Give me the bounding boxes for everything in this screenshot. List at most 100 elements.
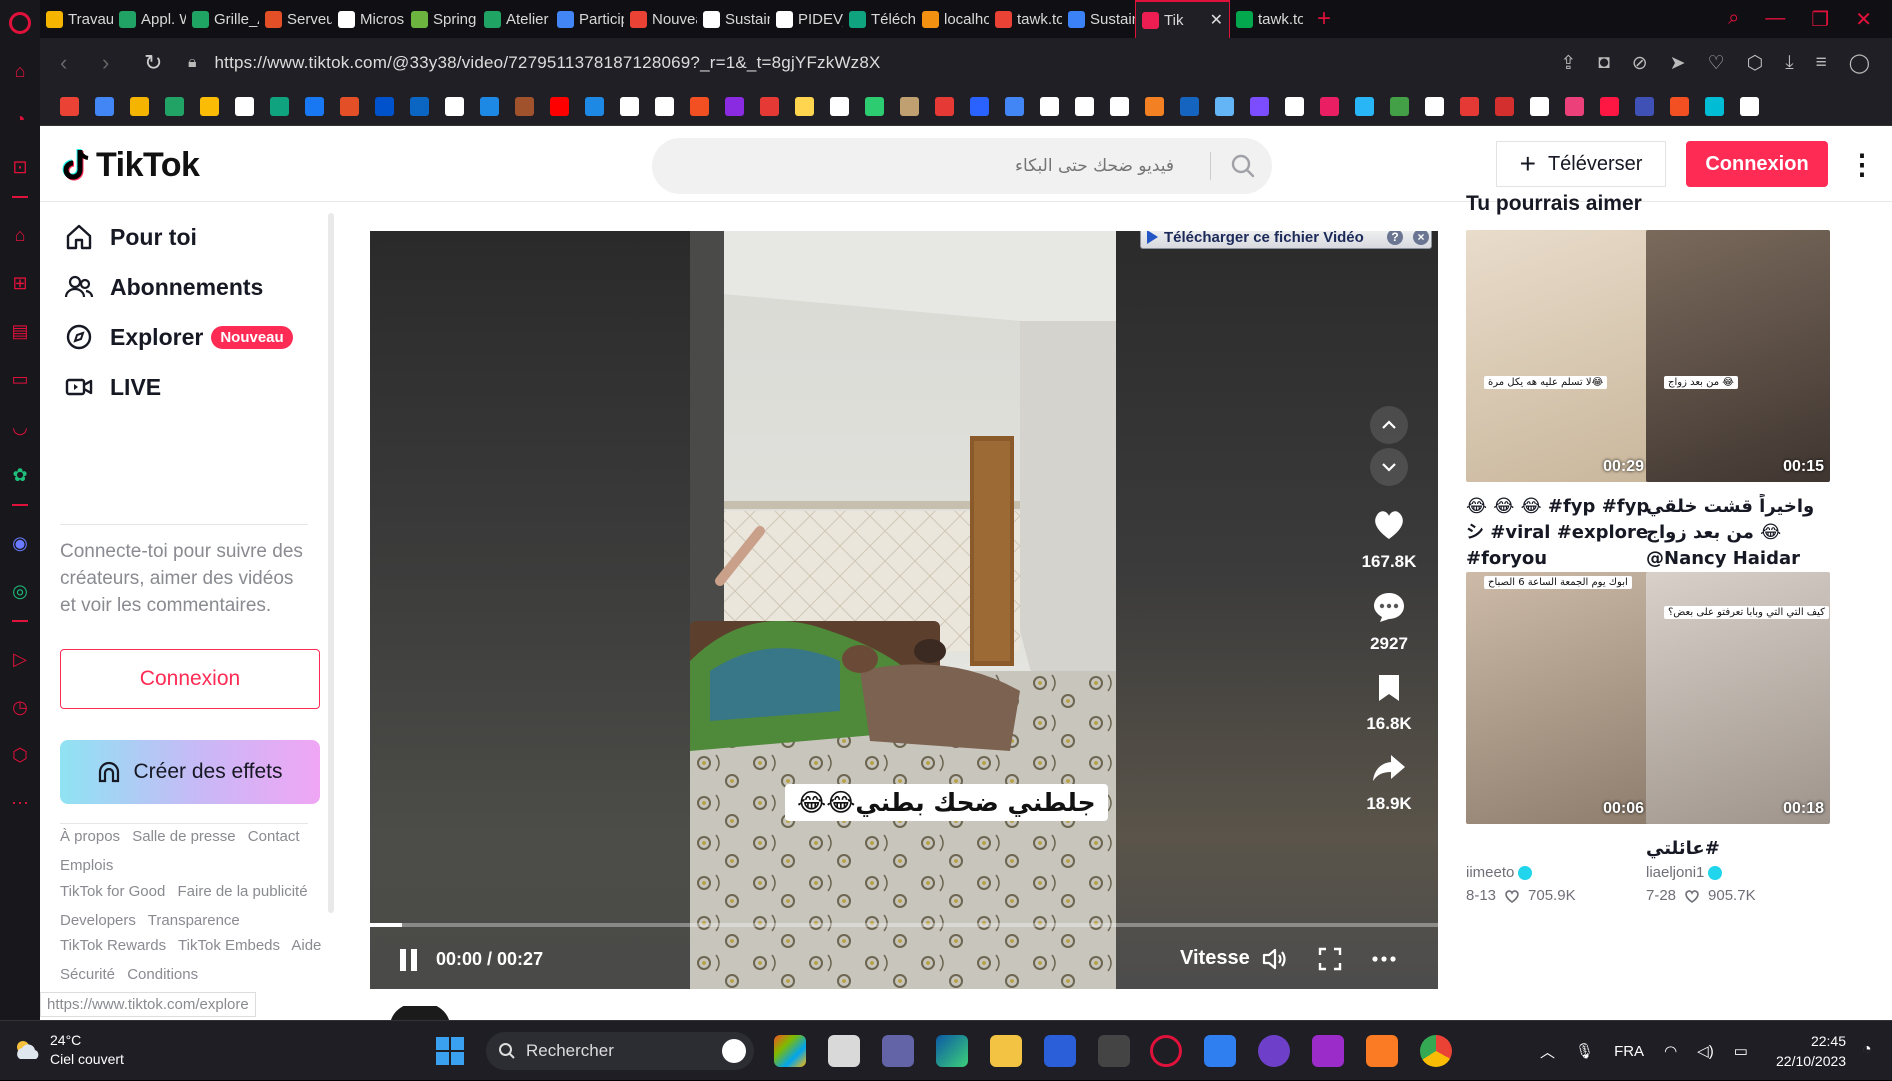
send-icon[interactable]: ➤ — [1670, 52, 1686, 75]
footer-link[interactable]: Emplois — [60, 857, 113, 874]
bookmark-favicon-icon[interactable] — [1670, 97, 1689, 116]
bookmark-favicon-icon[interactable] — [1320, 97, 1339, 116]
video-title[interactable]: عائلتي# — [1646, 836, 1830, 862]
bookmark-favicon-icon[interactable] — [725, 97, 744, 116]
speed-button[interactable]: Vitesse — [1180, 947, 1250, 970]
language-indicator[interactable]: FRA — [1614, 1043, 1644, 1060]
fullscreen-icon[interactable] — [1316, 945, 1344, 973]
search-input[interactable] — [672, 138, 1202, 194]
microphone-icon[interactable]: 🎙︎ — [1575, 1042, 1594, 1060]
nav-explore[interactable]: Explorer Nouveau — [64, 317, 293, 357]
nav-for-you[interactable]: Pour toi — [64, 217, 197, 257]
bookmark-favicon-icon[interactable] — [305, 97, 324, 116]
bookmark-favicon-icon[interactable] — [1250, 97, 1269, 116]
video-thumbnail[interactable]: ابوك يوم الجمعة الساعة 6 الصباح 00:06 — [1466, 572, 1650, 824]
browser-tab[interactable]: Appl. W — [113, 0, 186, 38]
footer-link[interactable]: Conditions — [127, 966, 198, 983]
bookmark-favicon-icon[interactable] — [1460, 97, 1479, 116]
bookmark-favicon-icon[interactable] — [270, 97, 289, 116]
recommended-video-card[interactable]: كيف التي التي وبابا تعرفتو على بعض؟ 00:18… — [1646, 572, 1830, 904]
bookmark-favicon-icon[interactable] — [1145, 97, 1164, 116]
footer-link[interactable]: Contact — [248, 828, 300, 845]
bookmark-favicon-icon[interactable] — [375, 97, 394, 116]
browser-tab[interactable]: Sustain — [697, 0, 770, 38]
video-thumbnail[interactable]: كيف التي التي وبابا تعرفتو على بعض؟ 00:18 — [1646, 572, 1830, 824]
file-explorer-icon[interactable] — [990, 1035, 1022, 1067]
more-options-icon[interactable]: ⋮ — [1848, 148, 1876, 181]
history-icon[interactable]: ◷ — [9, 696, 31, 718]
edge-icon[interactable] — [936, 1035, 968, 1067]
footer-link[interactable]: TikTok Embeds — [178, 937, 280, 954]
browser-tab[interactable]: Télécha — [843, 0, 916, 38]
minimize-icon[interactable]: — — [1765, 7, 1785, 32]
video-title[interactable] — [1466, 836, 1650, 862]
pause-icon[interactable] — [400, 949, 420, 971]
bookmark-favicon-icon[interactable] — [1075, 97, 1094, 116]
create-effects-button[interactable]: Créer des effets — [60, 740, 320, 804]
footer-link[interactable]: Sécurité — [60, 966, 115, 983]
footer-link[interactable]: À propos — [60, 828, 120, 845]
help-icon[interactable]: ? — [1387, 231, 1403, 245]
close-icon[interactable]: × — [1413, 231, 1429, 245]
bookmark-favicon-icon[interactable] — [445, 97, 464, 116]
new-tab-icon[interactable]: + — [1317, 5, 1339, 33]
tab-close-icon[interactable]: ✕ — [1210, 10, 1223, 30]
messenger-icon[interactable]: ◉ — [9, 532, 31, 554]
sidebar-login-button[interactable]: Connexion — [60, 649, 320, 709]
video-author[interactable]: liaeljoni1 — [1646, 864, 1830, 881]
comment-action[interactable]: 2927 — [1356, 591, 1422, 654]
bookmark-favicon-icon[interactable] — [760, 97, 779, 116]
bookmark-favicon-icon[interactable] — [165, 97, 184, 116]
tiktok-logo[interactable]: TikTok — [60, 146, 200, 185]
bookmark-favicon-icon[interactable] — [935, 97, 954, 116]
github-desktop-icon[interactable] — [1258, 1035, 1290, 1067]
bookmark-favicon-icon[interactable] — [795, 97, 814, 116]
bookmark-favicon-icon[interactable] — [1215, 97, 1234, 116]
nav-live[interactable]: LIVE — [64, 367, 161, 407]
bookmark-favicon-icon[interactable] — [1635, 97, 1654, 116]
gamepad-icon[interactable]: ⌂ — [9, 60, 31, 82]
account-icon[interactable]: ◯ — [1849, 52, 1870, 75]
footer-link[interactable]: TikTok Rewards — [60, 937, 166, 954]
bookmark-favicon-icon[interactable] — [865, 97, 884, 116]
login-button[interactable]: Connexion — [1686, 141, 1828, 187]
volume-icon[interactable]: ◁) — [1697, 1042, 1714, 1060]
taskbar-search[interactable]: Rechercher — [486, 1032, 754, 1070]
browser-tab[interactable]: Spring — [405, 0, 478, 38]
cube-icon[interactable]: ⬡ — [1747, 52, 1764, 75]
cube-icon[interactable]: ⬡ — [9, 744, 31, 766]
bookmark-favicon-icon[interactable] — [900, 97, 919, 116]
video-title[interactable]: 😂 😂 😂 #fyp #fyp シ #viral #explore #foryo… — [1466, 494, 1650, 572]
bookmark-favicon-icon[interactable] — [130, 97, 149, 116]
browser-tab[interactable]: Serveur — [259, 0, 332, 38]
forward-icon[interactable]: › — [102, 50, 124, 76]
home-rail-icon[interactable]: ⌂ — [9, 224, 31, 246]
bookmark-favicon-icon[interactable] — [1110, 97, 1129, 116]
bookmark-favicon-icon[interactable] — [60, 97, 79, 116]
video-title[interactable]: واخيراً قشت خلقي من بعد زواج 😂 @Nancy Ha… — [1646, 494, 1830, 572]
more-rail-icon[interactable]: ⋯ — [9, 792, 31, 814]
footer-link[interactable]: Developers — [60, 912, 136, 929]
bookmark-favicon-icon[interactable] — [1495, 97, 1514, 116]
bookmark-favicon-icon[interactable] — [655, 97, 674, 116]
settings-icon[interactable]: ≡ — [1816, 52, 1827, 75]
browser-tab[interactable]: Tik ✕ — [1135, 0, 1230, 38]
chevron-up-icon[interactable]: ︿ — [1540, 1041, 1555, 1062]
bookmark-favicon-icon[interactable] — [1285, 97, 1304, 116]
bookmark-favicon-icon[interactable] — [235, 97, 254, 116]
notes-icon[interactable]: ▤ — [9, 320, 31, 342]
sidebar-scrollbar[interactable] — [328, 213, 334, 913]
heart-icon[interactable]: ♡ — [1708, 52, 1725, 75]
reload-icon[interactable]: ↻ — [144, 50, 166, 76]
footer-link[interactable]: Aide — [291, 937, 321, 954]
prev-video-button[interactable] — [1370, 406, 1408, 444]
camera-icon[interactable]: ◘ — [1598, 52, 1609, 75]
bookmark-favicon-icon[interactable] — [970, 97, 989, 116]
browser-tab[interactable]: tawk.to — [1230, 0, 1303, 38]
upload-button[interactable]: + Téléverser — [1496, 141, 1666, 187]
opera-icon[interactable] — [1150, 1035, 1182, 1067]
browser-tab[interactable]: Micros — [332, 0, 405, 38]
volume-icon[interactable] — [1260, 945, 1288, 973]
bookmark-favicon-icon[interactable] — [515, 97, 534, 116]
creator-avatar[interactable] — [390, 1002, 450, 1020]
